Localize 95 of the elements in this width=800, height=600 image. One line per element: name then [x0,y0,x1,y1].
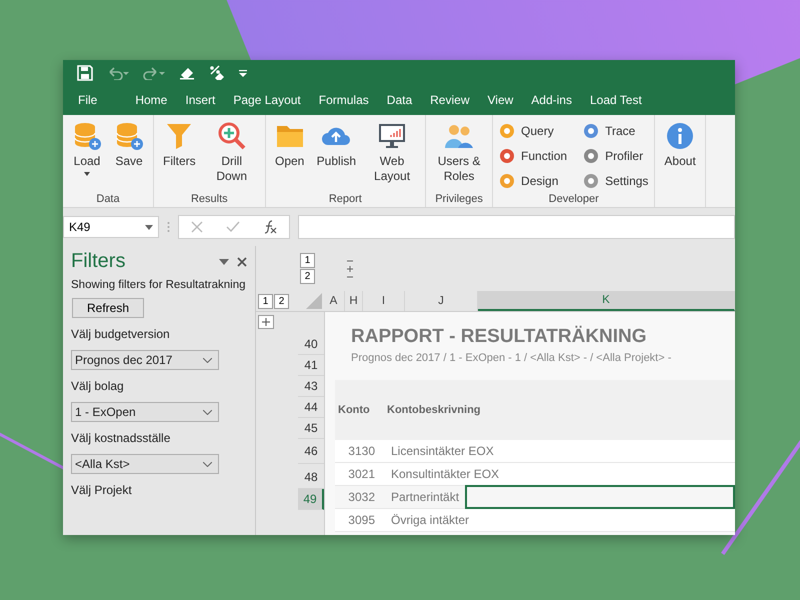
table-row[interactable]: 3130 Licensintäkter EOX [335,440,735,463]
table-row[interactable]: 3032 Partnerintäkt [335,486,735,509]
ribbon-tab[interactable]: Page Layout [224,93,310,107]
check-icon[interactable] [226,221,240,233]
filter-dropdown[interactable]: <Alla Kst> [71,454,219,474]
chevron-icon [203,410,212,414]
chevron-icon [203,462,212,466]
ribbon-button[interactable]: Publish [312,119,362,186]
drag-handle-icon[interactable] [167,221,170,233]
name-box[interactable]: K49 [63,216,159,238]
column-header[interactable]: K [478,291,735,311]
column-header[interactable]: I [363,291,405,311]
group-label: Data [95,193,121,205]
expand-icon[interactable] [258,315,274,329]
outline-level-button[interactable]: 1 [258,294,273,308]
pane-subtitle: Showing filters for Resultatrakning [71,279,246,291]
chevron-icon [203,358,212,362]
ribbon-tab[interactable]: Load Test [580,93,651,107]
filter-label: Välj kostnadsställe [71,431,172,445]
ribbon-tab[interactable]: Insert [176,93,224,107]
group-label: Developer [548,193,600,205]
table-cell-text: 3032 [347,490,376,504]
report-title: RAPPORT - RESULTATRÄKNING [351,326,648,348]
table-cell: Konsultintäkter EOX [391,467,500,481]
ribbon-button[interactable]: Query [497,119,570,142]
refresh-button[interactable]: Refresh [72,298,144,318]
filter-dropdown[interactable]: 1 - ExOpen [71,402,219,422]
group-bracket-icon [347,260,353,278]
caret-icon [145,224,153,230]
group-label: Report [328,193,363,205]
row-header[interactable]: 41 [298,355,324,376]
group-label: Results [190,193,229,205]
row-header[interactable]: 46 [298,439,324,464]
table-cell-text: 3095 [347,513,376,527]
report-subtitle: Prognos dec 2017 / 1 - ExOpen - 1 / <Alla Kst> - / <Alla Projekt> - [351,352,672,364]
ribbon-tab[interactable]: View [478,93,522,107]
column-header[interactable]: A [323,291,345,311]
ribbon-button[interactable]: Users & Roles [430,119,488,186]
pane-title: Filters [71,250,126,273]
table-row[interactable]: 3095 Övriga intäkter [335,509,735,532]
redo-icon[interactable] [143,66,165,80]
ribbon-button[interactable]: Trace [581,119,650,142]
magnifier-plus-icon [216,121,247,151]
group-label: Privileges [434,193,484,205]
formula-input[interactable] [298,215,735,239]
ribbon-tab[interactable]: Add-ins [522,93,581,107]
outline-level-button[interactable]: 1 [300,253,315,268]
table-cell: Partnerintäkt [391,490,460,504]
column-heading: Konto [337,404,371,416]
save-icon[interactable] [77,64,93,80]
info-icon [665,121,696,151]
ribbon-button[interactable]: Web Layout [363,119,422,186]
monitor-chart-icon [377,121,408,151]
row-header[interactable]: 49 [298,489,324,510]
ribbon-button[interactable]: Settings [581,169,650,192]
row-header[interactable]: 40 [298,334,324,355]
filter-label: Välj Projekt [71,483,133,497]
ribbon-tab[interactable]: Review [421,93,478,107]
column-header[interactable]: H [345,291,363,311]
table-cell-text: 3130 [347,444,376,458]
ribbon-button[interactable]: About [659,119,701,171]
caret-icon[interactable] [219,258,229,264]
close-icon[interactable] [237,256,247,266]
ribbon-tab[interactable]: Home [126,93,176,107]
filter-dropdown[interactable]: Prognos dec 2017 [71,350,219,370]
row-header[interactable]: 45 [298,418,324,439]
table-cell-text: 3021 [347,467,376,481]
ribbon-tab[interactable]: Data [378,93,422,107]
filter-label: Välj bolag [71,379,125,393]
ribbon-button[interactable]: Open [270,119,310,186]
insert-function-icon[interactable] [263,220,278,234]
ribbon-button[interactable]: Save [109,119,149,178]
ribbon-button[interactable]: Load [67,119,107,178]
caret-icon [84,172,90,176]
ribbon-button[interactable]: Function [497,144,570,167]
ribbon-button[interactable]: Design [497,169,570,192]
ribbon-button[interactable]: Profiler [581,144,650,167]
table-row[interactable]: 3021 Konsultintäkter EOX [335,463,735,486]
row-header[interactable]: 43 [298,376,324,397]
ribbon-button[interactable]: Filters [158,119,201,186]
eraser-icon[interactable] [179,66,195,80]
outline-level-button[interactable]: 2 [274,294,289,308]
ribbon-tab[interactable]: File [69,93,106,107]
undo-icon[interactable] [107,66,129,80]
outline-level-button[interactable]: 2 [300,269,315,284]
column-heading: Kontobeskrivning [387,404,481,416]
ribbon-tab[interactable]: Formulas [310,93,378,107]
ribbon-button[interactable]: Drill Down [202,119,261,186]
filter-label: Välj budgetversion [71,327,171,341]
customize-caret-icon[interactable] [239,68,247,76]
row-header[interactable]: 44 [298,397,324,418]
selected-cell-outline[interactable] [465,485,735,509]
table-cell: Övriga intäkter [391,513,470,527]
table-cell: Licensintäkter EOX [391,444,494,458]
percent-eraser-icon[interactable] [209,64,225,80]
